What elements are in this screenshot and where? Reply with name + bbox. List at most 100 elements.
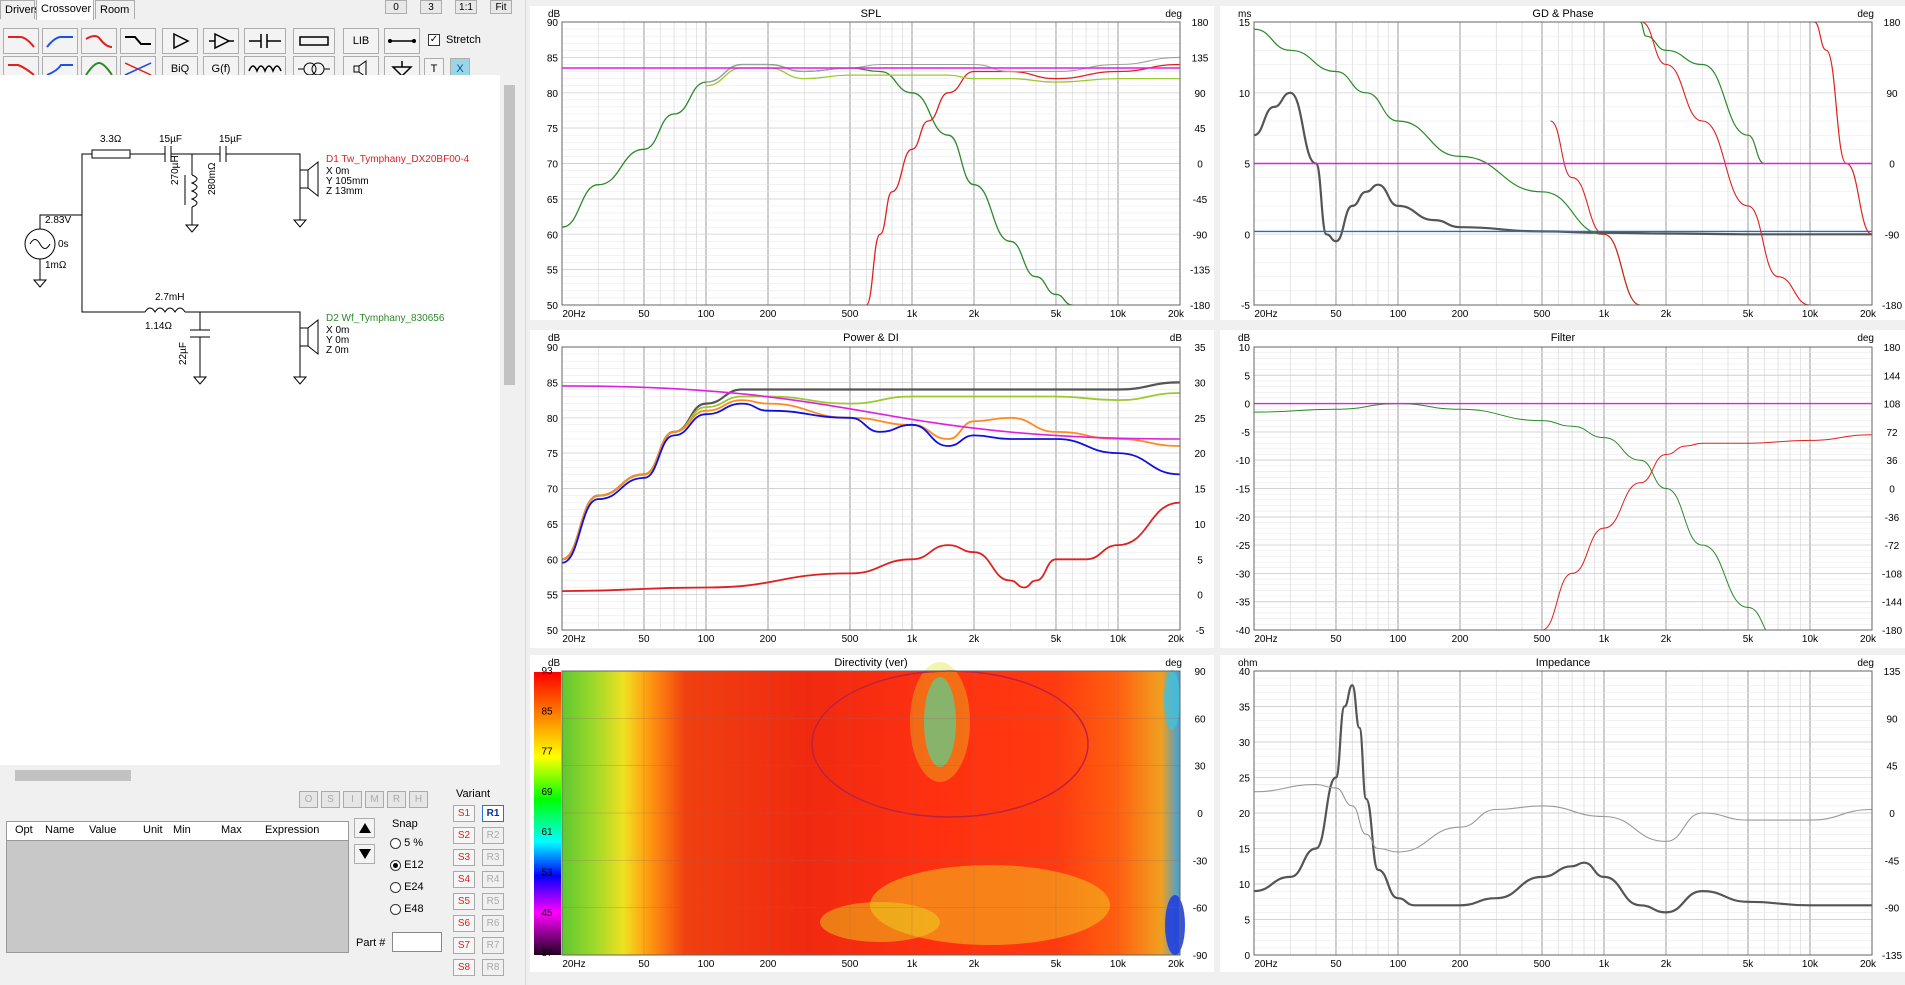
part-number-input[interactable] [392, 932, 442, 952]
schematic-canvas[interactable]: 2.83V 0s 1mΩ 3.3Ω 15µF 15µF 270µH 280mΩ … [0, 75, 500, 765]
y-tick-left: -25 [1236, 541, 1251, 552]
variant-s8-button[interactable]: S8 [453, 959, 475, 976]
woofer-name: D2 Wf_Tymphany_830656 [326, 313, 445, 324]
y-tick-right: 36 [1886, 456, 1898, 467]
variant-r2-button[interactable]: R2 [482, 827, 504, 844]
y-tick-left: 5 [1244, 371, 1250, 382]
y-tick-left: 30 [1239, 738, 1251, 749]
y-tick-right: -90 [1885, 904, 1900, 915]
zoom-1to1-button[interactable]: 1:1 [455, 0, 477, 14]
snap-title: Snap [392, 818, 418, 830]
scroll-thumb[interactable] [504, 85, 515, 385]
tab-crossover[interactable]: Crossover [36, 0, 94, 20]
opt-button-s[interactable]: S [321, 791, 340, 808]
plot-frame [1253, 670, 1873, 956]
capacitor-button[interactable] [244, 28, 286, 54]
buffer-button[interactable] [203, 28, 239, 54]
variant-s3-button[interactable]: S3 [453, 849, 475, 866]
variant-r5-button[interactable]: R5 [482, 893, 504, 910]
variant-r7-button[interactable]: R7 [482, 937, 504, 954]
splitter[interactable] [525, 0, 526, 985]
r2-value: 280mΩ [207, 162, 218, 196]
variant-s6-button[interactable]: S6 [453, 915, 475, 932]
tab-drivers[interactable]: Drivers [0, 0, 40, 19]
y-tick-right: -45 [1885, 856, 1900, 867]
wire-button[interactable] [384, 28, 420, 54]
series-line-6 [1814, 22, 1872, 235]
variant-r6-button[interactable]: R6 [482, 915, 504, 932]
x-tick: 2k [1661, 959, 1673, 970]
x-tick: 100 [698, 634, 715, 645]
y-tick-right: 45 [1886, 762, 1898, 773]
radio-5pct[interactable] [390, 837, 401, 849]
y-tick-left: 70 [547, 485, 559, 496]
x-tick: 20k [1860, 634, 1877, 645]
snap-option-e24[interactable]: E24 [390, 881, 424, 893]
y-tick-right: 0 [1197, 809, 1203, 820]
library-button[interactable]: LIB [343, 28, 379, 54]
x-tick: 2k [969, 309, 981, 320]
peak-lowpass-button[interactable] [81, 28, 117, 54]
y-tick-right: 180 [1192, 18, 1209, 29]
y-tick-right: 45 [1194, 124, 1206, 135]
lowpass-filter-button[interactable] [3, 28, 39, 54]
x-tick: 1k [907, 959, 919, 970]
variant-r3-button[interactable]: R3 [482, 849, 504, 866]
plot-frame [1253, 346, 1873, 631]
series-group [562, 381, 1180, 592]
stretch-label: Stretch [446, 34, 481, 46]
schematic-horizontal-scrollbar[interactable] [0, 768, 500, 783]
hscroll-thumb[interactable] [15, 770, 131, 781]
zoom-fit-button[interactable]: Fit [490, 0, 512, 14]
colorbar-label: 77 [541, 747, 553, 758]
x-tick: 20Hz [1254, 634, 1277, 645]
variant-s5-button[interactable]: S5 [453, 893, 475, 910]
resistor-button[interactable] [293, 28, 335, 54]
shelf-button[interactable] [120, 28, 156, 54]
variant-s4-button[interactable]: S4 [453, 871, 475, 888]
y-tick-left: 90 [547, 343, 559, 354]
y-tick-left: 15 [1239, 845, 1251, 856]
parameter-table[interactable]: Opt Name Value Unit Min Max Expression [6, 821, 349, 953]
radio-e48[interactable] [390, 903, 401, 915]
radio-e12[interactable] [390, 859, 401, 871]
opt-button-h[interactable]: H [409, 791, 428, 808]
stretch-checkbox[interactable]: ✓ [428, 34, 440, 46]
radio-e24[interactable] [390, 881, 401, 893]
highpass-filter-button[interactable] [42, 28, 78, 54]
variant-r4-button[interactable]: R4 [482, 871, 504, 888]
x-tick: 20k [1168, 634, 1185, 645]
move-up-button[interactable] [354, 818, 375, 838]
y-tick-right: -60 [1193, 904, 1208, 915]
col-max: Max [221, 824, 242, 836]
tab-room[interactable]: Room [95, 0, 135, 19]
series-line-3 [705, 56, 1180, 83]
snap-option-5pct[interactable]: 5 % [390, 837, 423, 849]
left-unit-label: ms [1238, 9, 1251, 20]
variant-s7-button[interactable]: S7 [453, 937, 475, 954]
zoom-3-button[interactable]: 3 [420, 0, 442, 14]
variant-s2-button[interactable]: S2 [453, 827, 475, 844]
move-down-button[interactable] [354, 844, 375, 864]
schematic-vertical-scrollbar[interactable] [501, 75, 518, 765]
variant-title: Variant [456, 788, 491, 800]
variant-s1-button[interactable]: S1 [453, 805, 475, 822]
snap-option-e48[interactable]: E48 [390, 903, 424, 915]
y-tick-right: 135 [1884, 667, 1901, 678]
tweeter-name: D1 Tw_Tymphany_DX20BF00-4 [326, 154, 470, 165]
snap-option-e12[interactable]: E12 [390, 859, 424, 871]
y-tick-right: 90 [1194, 89, 1206, 100]
opt-button-i[interactable]: I [343, 791, 362, 808]
zoom-0-button[interactable]: 0 [385, 0, 407, 14]
opt-button-m[interactable]: M [365, 791, 384, 808]
amp-button[interactable] [162, 28, 198, 54]
variant-r8-button[interactable]: R8 [482, 959, 504, 976]
r1-value: 3.3Ω [100, 134, 122, 145]
r3-value: 1.14Ω [145, 321, 172, 332]
opt-button-o[interactable]: O [299, 791, 318, 808]
x-tick: 500 [842, 634, 859, 645]
variant-r1-button[interactable]: R1 [482, 805, 504, 822]
x-tick: 5k [1743, 959, 1755, 970]
l1-value: 270µH [170, 155, 181, 185]
opt-button-r[interactable]: R [387, 791, 406, 808]
